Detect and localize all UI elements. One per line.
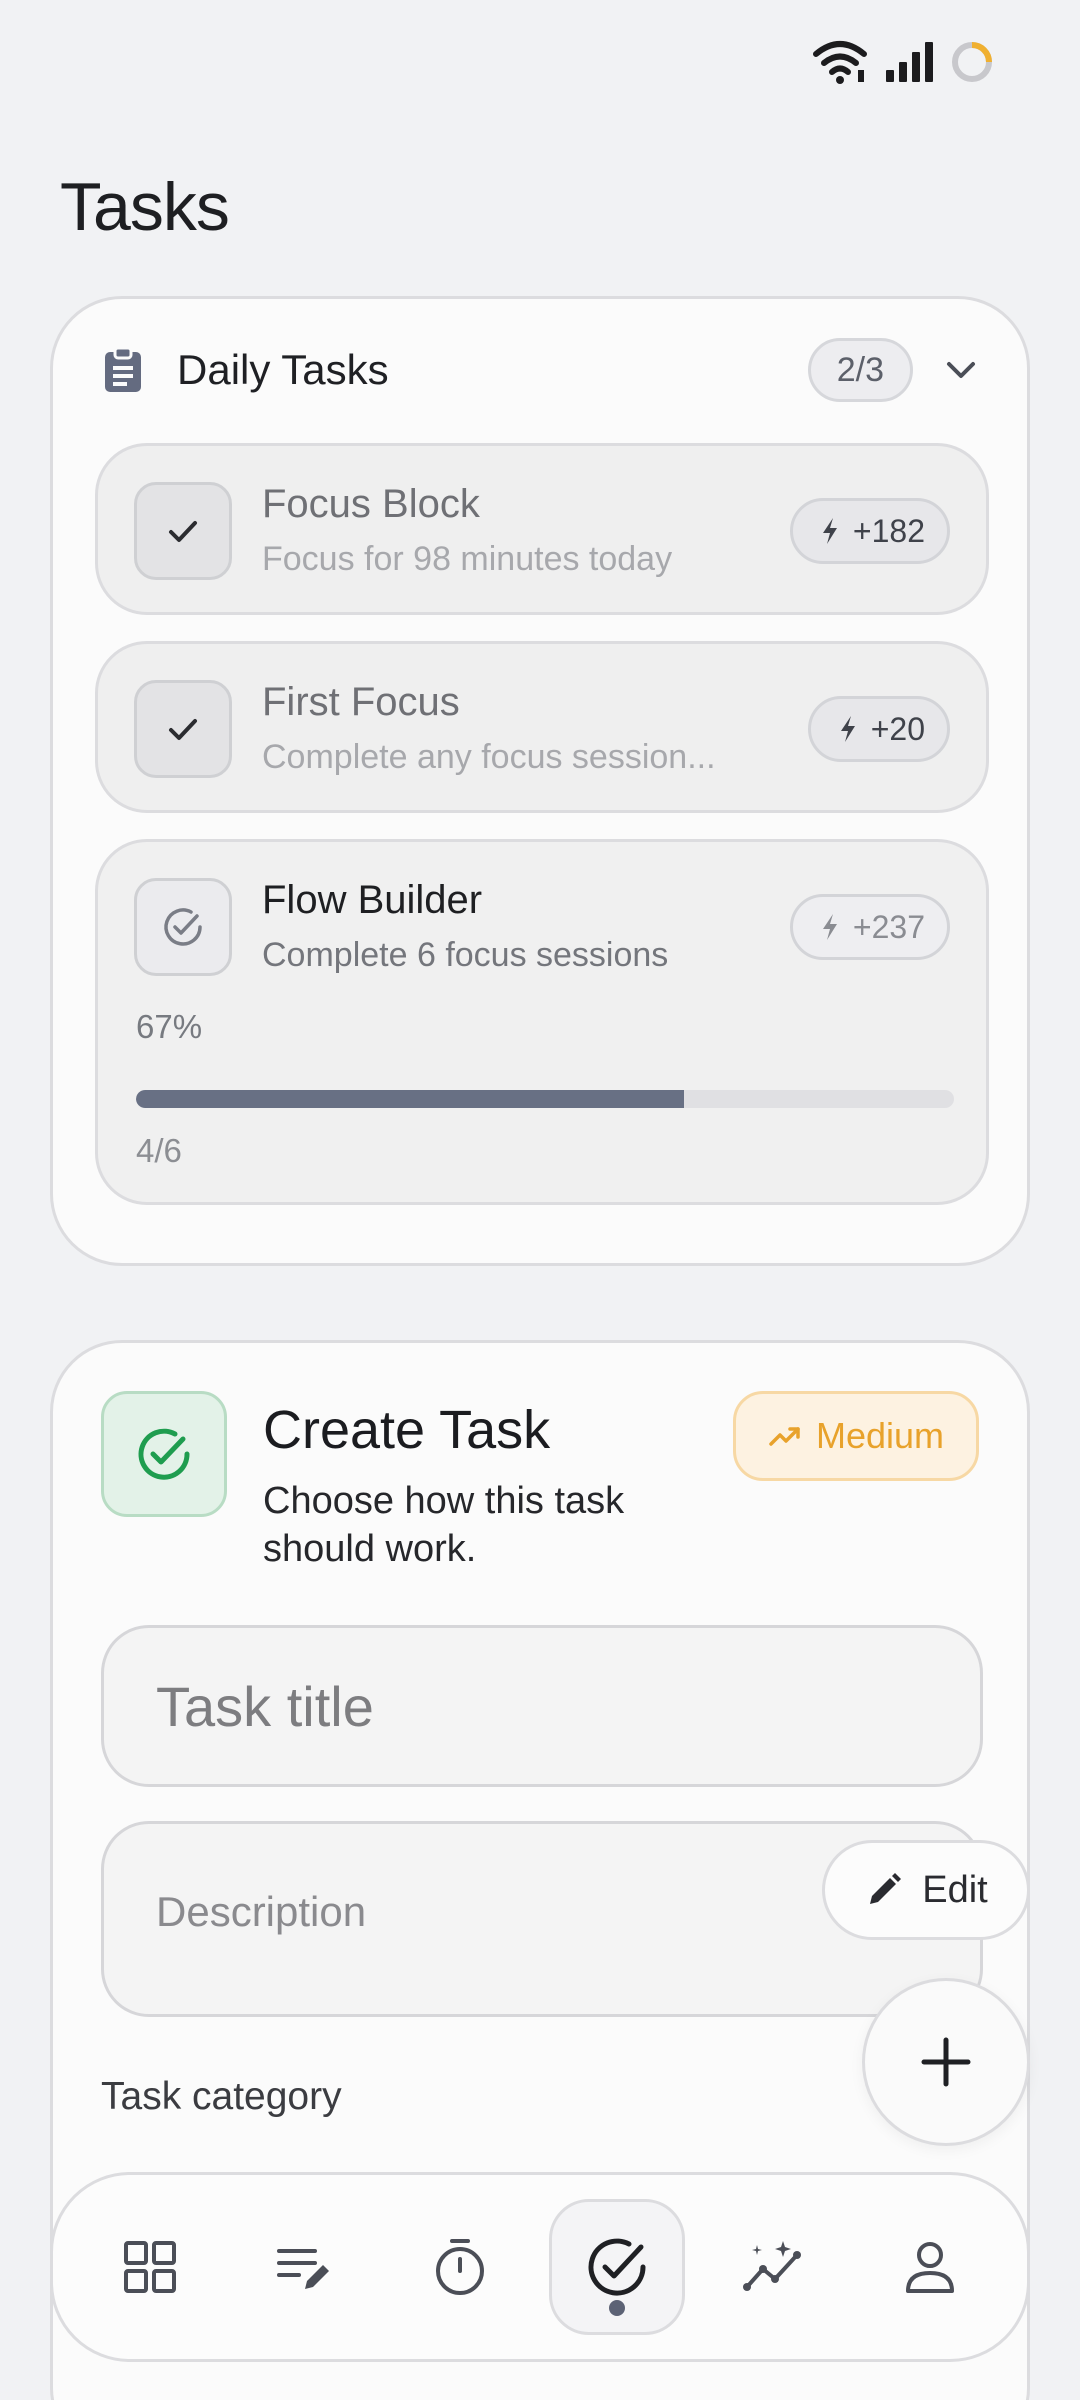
task-subtitle: Focus for 98 minutes today: [262, 540, 673, 578]
task-category-label: Task category: [101, 2075, 342, 2118]
progress-percent: 67%: [136, 1008, 203, 1045]
priority-label: Medium: [815, 1415, 944, 1456]
create-task-title: Create Task: [263, 1400, 551, 1460]
battery-ring-icon: [952, 42, 992, 82]
clipboard-icon: [105, 346, 141, 392]
task-item-first-focus[interactable]: First Focus Complete any focus session..…: [95, 641, 989, 813]
profile-icon: [905, 2242, 954, 2293]
edit-button[interactable]: Edit: [822, 1840, 1030, 1940]
check-icon: [169, 521, 197, 542]
bolt-icon: [822, 518, 837, 544]
task-title: First Focus: [262, 680, 460, 724]
nav-timer[interactable]: [395, 2202, 525, 2332]
daily-tasks-card: Daily Tasks 2/3 Focus Block Focus for 98…: [50, 296, 1030, 1266]
nav-profile[interactable]: [865, 2202, 995, 2332]
circle-check-icon: [138, 1428, 190, 1480]
pencil-icon: [870, 1873, 902, 1904]
plus-icon: [921, 2037, 971, 2087]
xp-reward-badge: +182: [789, 498, 950, 564]
insights-icon: [742, 2241, 801, 2291]
daily-tasks-count-badge: 2/3: [807, 338, 913, 402]
add-task-fab[interactable]: [862, 1978, 1030, 2146]
chevron-down-icon[interactable]: [941, 350, 981, 390]
progress-bar: [136, 1090, 954, 1108]
bolt-icon: [840, 716, 855, 742]
notes-icon: [276, 2249, 329, 2289]
xp-value: +182: [852, 512, 925, 549]
xp-reward-badge: +237: [789, 894, 950, 960]
nav-notes[interactable]: [240, 2202, 370, 2332]
wifi-icon: [813, 41, 867, 84]
task-title: Flow Builder: [262, 878, 483, 922]
page-title: Tasks: [60, 169, 230, 245]
trending-up-icon: [769, 1427, 800, 1446]
task-checkbox-in-progress[interactable]: [134, 878, 232, 976]
bolt-icon: [822, 914, 837, 940]
task-title: Focus Block: [262, 482, 480, 526]
edit-label: Edit: [922, 1868, 988, 1911]
nav-dashboard[interactable]: [85, 2202, 215, 2332]
xp-value: +237: [852, 908, 925, 945]
bottom-nav: [50, 2172, 1030, 2362]
task-subtitle: Complete any focus session...: [262, 738, 716, 776]
check-icon: [169, 719, 197, 740]
task-checkbox-checked[interactable]: [134, 680, 232, 778]
signal-icon: [886, 42, 933, 82]
xp-reward-badge: +20: [807, 696, 950, 762]
task-title-input[interactable]: Task title: [101, 1625, 983, 1787]
status-bar: [812, 40, 994, 84]
priority-badge[interactable]: Medium: [732, 1391, 979, 1481]
timer-icon: [435, 2239, 484, 2295]
dashboard-icon: [124, 2241, 177, 2293]
create-task-icon-box: [101, 1391, 227, 1517]
daily-tasks-header[interactable]: Daily Tasks 2/3: [99, 338, 981, 402]
task-item-flow-builder[interactable]: Flow Builder Complete 6 focus sessions +…: [95, 839, 989, 1205]
nav-insights[interactable]: [710, 2202, 840, 2332]
task-item-focus-block[interactable]: Focus Block Focus for 98 minutes today +…: [95, 443, 989, 615]
daily-tasks-title: Daily Tasks: [177, 346, 389, 393]
task-subtitle: Complete 6 focus sessions: [262, 936, 669, 974]
xp-value: +20: [870, 710, 925, 747]
task-checkbox-checked[interactable]: [134, 482, 232, 580]
progress-bar-fill: [136, 1090, 685, 1108]
circle-check-icon: [164, 908, 202, 946]
active-indicator-dot: [609, 2300, 626, 2316]
progress-count: 4/6: [136, 1132, 182, 1169]
nav-tasks[interactable]: [549, 2199, 686, 2335]
tasks-icon: [588, 2238, 646, 2296]
create-task-subtitle: Choose how this task should work.: [263, 1480, 625, 1570]
